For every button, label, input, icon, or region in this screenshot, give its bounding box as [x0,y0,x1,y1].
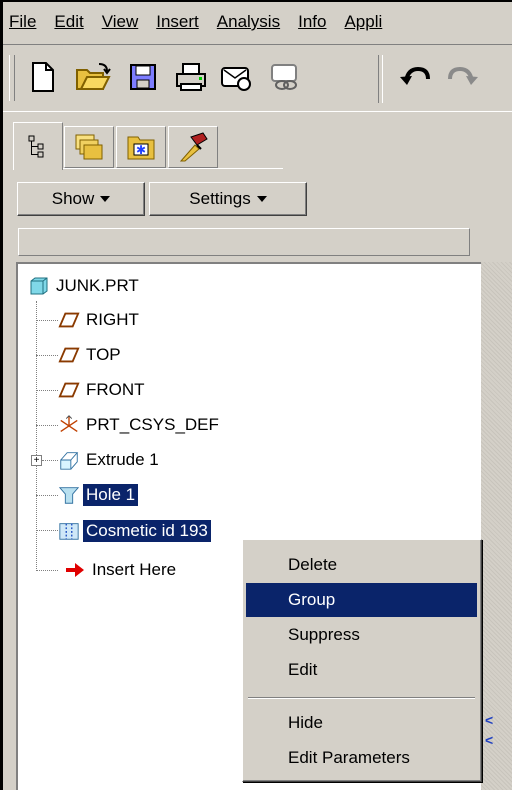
menu-info[interactable]: Info [289,12,335,32]
tree-node-label: TOP [86,345,121,364]
menu-analysis[interactable]: Analysis [208,12,289,32]
print-button[interactable] [171,57,211,97]
print-icon [176,63,206,91]
tree-node-label: PRT_CSYS_DEF [86,415,219,434]
send-mail-button[interactable] [217,57,257,97]
tree-connector [42,460,58,461]
tree-node-extrude[interactable]: Extrude 1 [58,447,162,473]
tree-node-right[interactable]: RIGHT [58,307,142,333]
main-toolbar [3,44,512,112]
open-folder-icon [76,63,111,90]
menu-edit[interactable]: Edit [45,12,92,32]
mail-link-icon [271,64,297,90]
undo-icon [400,66,430,85]
toolbar-separator [378,55,383,103]
menu-file[interactable]: File [3,12,45,32]
tree-connector [36,570,58,571]
menu-bar: File Edit View Insert Analysis Info Appl… [3,2,512,42]
new-file-button[interactable] [23,57,63,97]
settings-label: Settings [189,189,251,208]
tree-connector [36,355,58,356]
hole-icon [58,484,80,506]
undo-button[interactable] [395,57,435,97]
svg-text:✱: ✱ [136,143,146,157]
favorites-icon: ✱ [127,136,155,160]
tree-connector [36,495,58,496]
csys-icon [58,414,80,436]
tree-node-label: RIGHT [86,310,139,329]
tab-connections[interactable] [168,126,218,168]
tab-model-tree[interactable] [13,122,63,170]
tree-node-label: FRONT [86,380,145,399]
connections-icon [179,132,208,162]
datum-plane-icon [58,309,80,331]
menu-item-label: Edit Parameters [288,748,410,767]
menu-item-label: Edit [288,660,318,679]
panel-sash[interactable] [481,262,512,790]
tree-connector [36,390,58,391]
tree-node-label: Insert Here [92,560,177,579]
tab-favorites[interactable]: ✱ [116,126,166,168]
tree-node-cosmetic[interactable]: Cosmetic id 193 [58,518,212,544]
menu-item-label: Delete [288,555,338,574]
folder-browser-icon [75,134,103,160]
mail-link-button[interactable] [265,57,305,97]
show-label: Show [51,189,95,208]
menu-item-label: Suppress [288,625,360,644]
tree-node-hole[interactable]: Hole 1 [58,482,140,508]
tab-folder-browser[interactable] [64,126,114,168]
redo-icon [448,66,478,85]
menu-item-group[interactable]: Group [246,583,477,617]
tree-node-csys[interactable]: PRT_CSYS_DEF [58,412,222,438]
chevron-left-icon[interactable]: < [485,712,493,728]
insert-arrow-icon [64,559,86,581]
open-button[interactable] [73,57,113,97]
datum-plane-icon [58,344,80,366]
menu-item-edit-parameters[interactable]: Edit Parameters [246,741,477,775]
part-icon [28,275,50,297]
settings-dropdown-button[interactable]: Settings [149,182,307,216]
extrude-icon [58,449,80,471]
chevron-left-icon[interactable]: < [485,732,493,748]
tree-node-label: Hole 1 [81,483,140,507]
menu-item-label: Group [288,590,336,609]
tree-node-label: JUNK.PRT [56,276,139,295]
tree-connector [36,425,58,426]
menu-insert[interactable]: Insert [147,12,208,32]
menu-separator [248,697,475,699]
toolbar-grip[interactable] [9,55,15,101]
model-tree-icon [28,135,44,157]
menu-item-label: Hide [288,713,323,732]
navigator-button-row: Show Settings [17,182,307,216]
tree-node-front[interactable]: FRONT [58,377,148,403]
menu-item-edit[interactable]: Edit [246,653,477,687]
tree-connector [36,530,58,531]
show-dropdown-button[interactable]: Show [17,182,145,216]
menu-item-suppress[interactable]: Suppress [246,618,477,652]
menu-applications[interactable]: Appli [335,12,391,32]
save-icon [130,64,156,90]
cosmetic-icon [58,520,80,542]
menu-item-delete[interactable]: Delete [246,548,477,582]
menu-view[interactable]: View [93,12,148,32]
save-button[interactable] [123,57,163,97]
tree-node-label: Cosmetic id 193 [82,519,212,543]
tree-connector [36,320,58,321]
new-file-icon [32,62,54,92]
datum-plane-icon [58,379,80,401]
chevron-down-icon [100,196,111,202]
chevron-down-icon [256,196,267,202]
tree-node-label: Extrude 1 [86,450,159,469]
tree-node-insert-here[interactable]: Insert Here [64,557,179,583]
tree-node-root[interactable]: JUNK.PRT [28,273,142,299]
send-mail-icon [221,67,251,91]
redo-button[interactable] [443,57,483,97]
tree-node-top[interactable]: TOP [58,342,124,368]
context-menu: Delete Group Suppress Edit Hide Edit Par… [242,539,482,782]
expand-toggle-icon[interactable]: + [31,455,42,466]
tree-column-header[interactable] [18,228,470,256]
menu-item-hide[interactable]: Hide [246,706,477,740]
